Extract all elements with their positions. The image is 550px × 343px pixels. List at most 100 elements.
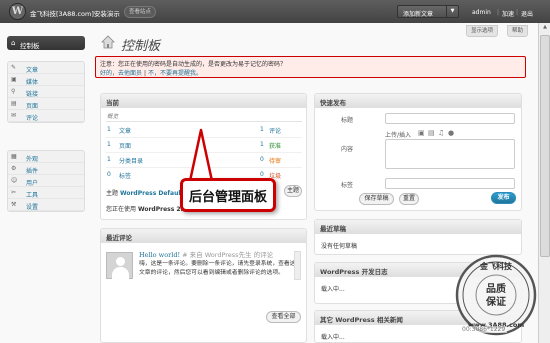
svg-text:品质: 品质 <box>486 282 506 295</box>
comments-link[interactable]: 评论 <box>269 126 281 135</box>
sidebar-item-appearance[interactable]: ▦ 外观 <box>8 151 84 163</box>
sidebar-item-label: 工具 <box>26 192 39 199</box>
comment-post-link[interactable]: Hello world! <box>139 251 180 259</box>
sidebar-item-comments[interactable]: ✉ 评论 <box>8 110 84 122</box>
scroll-thumb[interactable] <box>540 35 550 257</box>
notice-links: 好的，去他面员 | 不，不要再提醒我。 <box>100 68 202 77</box>
sidebar-item-pages[interactable]: ▤ 页面 <box>8 98 84 110</box>
loading-text: 载入中... <box>321 334 345 341</box>
site-name-link[interactable]: 金飞科技[3A88.com]安装演示 <box>30 8 120 18</box>
svg-text:金飞科技: 金飞科技 <box>479 261 513 271</box>
content-subtitle: 概览 <box>107 114 119 120</box>
publish-button[interactable]: 发布 <box>491 192 516 204</box>
help-link[interactable]: 加速 <box>502 9 514 18</box>
loading-text: 载入中... <box>321 286 345 293</box>
pages-icon: ▤ <box>11 100 17 107</box>
chevron-down-icon[interactable]: ▼ <box>446 6 458 17</box>
video-upload-icon[interactable]: ▤ <box>428 129 435 137</box>
tags-label: 标签 <box>341 182 354 189</box>
help-tab[interactable]: 帮助 <box>507 25 529 37</box>
sidebar-item-posts[interactable]: ✎ 文章 <box>8 62 84 74</box>
sidebar-item-dashboard[interactable]: ⌂ 控制板 <box>7 36 85 50</box>
user-link[interactable]: admin <box>472 9 491 16</box>
users-icon: ☺ <box>11 177 18 184</box>
sidebar-item-media[interactable]: ▣ 媒体 <box>8 74 84 86</box>
comments-count[interactable]: 1 <box>260 126 264 133</box>
pending-link[interactable]: 待审 <box>269 156 281 165</box>
divider <box>106 121 302 122</box>
sidebar-item-label: 设置 <box>26 204 39 211</box>
tags-input[interactable] <box>385 178 515 189</box>
sidebar-item-users[interactable]: ☺ 用户 <box>8 175 84 187</box>
plugins-icon: ⚙ <box>11 165 17 172</box>
theme-name-link[interactable]: WordPress Default <box>120 190 183 197</box>
box-title[interactable]: 当前 <box>101 94 306 108</box>
sidebar-group-content: ✎ 文章 ▣ 媒体 ⚲ 链接 ▤ 页面 ✉ 评论 <box>7 61 85 123</box>
comment-scrollbar[interactable] <box>294 251 301 280</box>
settings-icon: ⚒ <box>11 201 17 208</box>
avatar <box>106 252 133 279</box>
posts-link[interactable]: 文章 <box>119 126 131 135</box>
posts-count[interactable]: 1 <box>107 126 111 133</box>
visit-site-button[interactable]: 查看站点 <box>124 6 157 18</box>
box-title[interactable]: 最近草稿 <box>315 220 521 234</box>
spam-count[interactable]: 0 <box>260 171 264 178</box>
svg-text:保证: 保证 <box>485 295 506 308</box>
logout-link[interactable]: 退出 <box>521 9 533 18</box>
avatar-head <box>116 257 125 266</box>
wordpress-logo-icon[interactable]: W <box>9 3 26 20</box>
change-theme-button[interactable]: 主题 <box>284 185 302 197</box>
notice-yes-link[interactable]: 好的，去他面员 <box>100 70 142 77</box>
sidebar-item-label: 文章 <box>26 67 39 74</box>
sidebar-item-label: 用户 <box>26 180 39 187</box>
categories-count[interactable]: 1 <box>107 156 111 163</box>
tags-count[interactable]: 0 <box>107 171 111 178</box>
avatar-body <box>112 267 129 279</box>
comment-meta: # 来自 WordPress先生 的评论 <box>182 251 274 259</box>
content-textarea[interactable] <box>385 139 515 169</box>
pending-count[interactable]: 0 <box>260 156 264 163</box>
version-info: 您正在使用 WordPress 2.8 <box>106 204 187 213</box>
new-post-dropdown[interactable]: 添加新文章 ▼ <box>397 5 459 18</box>
box-title[interactable]: 快速发布 <box>315 94 521 108</box>
screen-options-tab[interactable]: 显示选项 <box>466 25 499 37</box>
title-label: 标题 <box>341 117 354 124</box>
view-all-button[interactable]: 查看全部 <box>266 311 301 323</box>
sidebar-item-tools[interactable]: ✂ 工具 <box>8 187 84 199</box>
sidebar-item-label: 链接 <box>26 91 39 98</box>
approved-count[interactable]: 1 <box>260 141 264 148</box>
notice-no-link[interactable]: 不，不要再提醒我。 <box>148 70 202 77</box>
image-upload-icon[interactable]: ▣ <box>418 129 425 137</box>
sidebar-item-label: 控制板 <box>20 42 40 50</box>
categories-link[interactable]: 分类目录 <box>119 156 143 165</box>
drafts-empty-text: 没有任何草稿 <box>321 243 358 250</box>
music-upload-icon[interactable]: ♫ <box>438 129 444 137</box>
comment-header: Hello world! # 来自 WordPress先生 的评论 <box>139 249 273 259</box>
quick-press-box: 快速发布 标题 上传/插入 ▣ ▤ ♫ ● 内容 标签 保存草稿 重置 <box>314 93 522 211</box>
comment-excerpt: 嗨，这是一条评论。要删除一条评论，请先登录系统，查看这篇文章的评论，然后您可以看… <box>139 261 302 276</box>
sidebar-item-links[interactable]: ⚲ 链接 <box>8 86 84 98</box>
sidebar-item-settings[interactable]: ⚒ 设置 <box>8 199 84 211</box>
admin-bar: W 金飞科技[3A88.com]安装演示 查看站点 添加新文章 ▼ admin … <box>0 0 550 23</box>
save-draft-button[interactable]: 保存草稿 <box>359 193 394 205</box>
separator: | <box>144 70 147 77</box>
media-icon: ▣ <box>11 76 17 83</box>
approved-link[interactable]: 获准 <box>269 141 281 150</box>
sidebar-item-plugins[interactable]: ⚙ 插件 <box>8 163 84 175</box>
scroll-up-icon[interactable]: ▲ <box>540 24 550 34</box>
sidebar-group-settings: ▦ 外观 ⚙ 插件 ☺ 用户 ✂ 工具 ⚒ 设置 <box>7 150 85 212</box>
quality-seal-icon: 金飞科技 品质 保证 www.3A88.com <box>455 254 537 336</box>
sidebar-item-label: 评论 <box>26 115 39 122</box>
pages-count[interactable]: 1 <box>107 141 111 148</box>
title-input[interactable] <box>385 113 515 124</box>
box-title[interactable]: 最近评论 <box>101 229 306 243</box>
pages-link[interactable]: 页面 <box>119 141 131 150</box>
tags-link[interactable]: 标签 <box>119 171 131 180</box>
new-post-label: 添加新文章 <box>403 11 434 18</box>
separator: | <box>516 9 519 16</box>
callout-pointer <box>188 128 214 183</box>
reset-button[interactable]: 重置 <box>399 193 419 205</box>
page-scrollbar[interactable]: ▲ <box>538 23 550 343</box>
media-upload-icon[interactable]: ● <box>448 129 454 137</box>
appearance-icon: ▦ <box>11 153 17 160</box>
